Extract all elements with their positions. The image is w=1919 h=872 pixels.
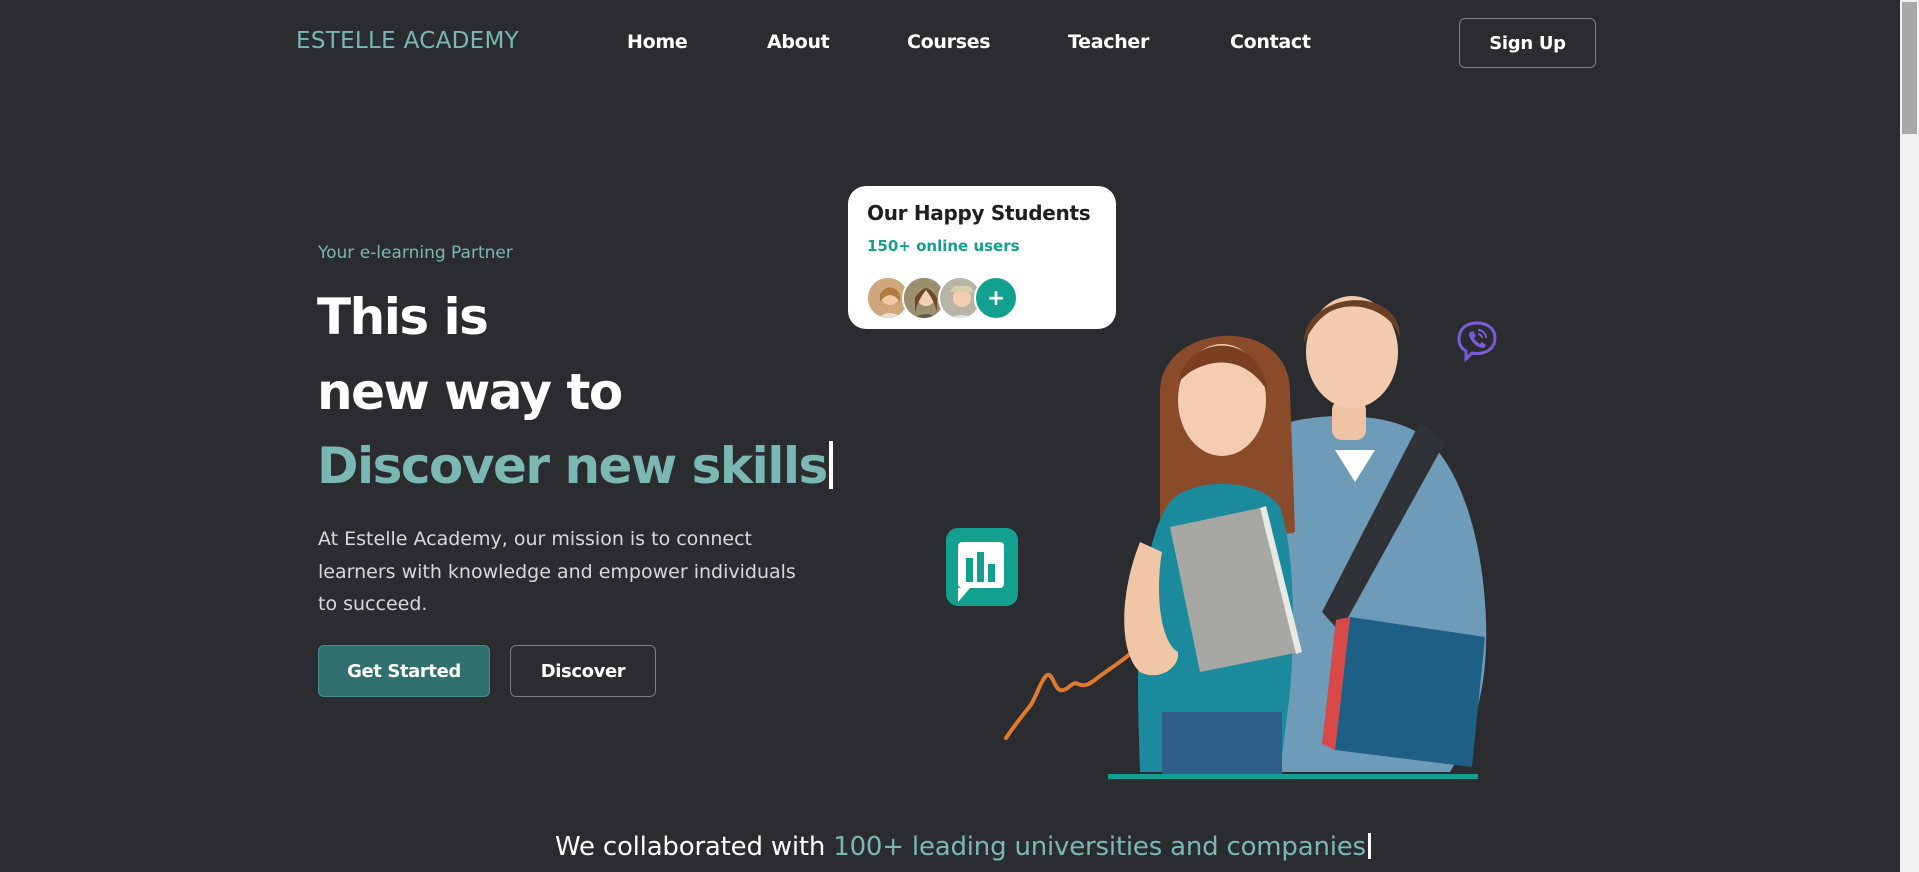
sign-up-button[interactable]: Sign Up (1459, 18, 1596, 68)
nav-teacher[interactable]: Teacher (1068, 31, 1149, 53)
typing-cursor (828, 441, 833, 489)
get-started-button[interactable]: Get Started (318, 645, 490, 697)
logo[interactable]: ESTELLE ACADEMY (296, 28, 519, 54)
collaboration-prefix: We collaborated with (555, 832, 834, 862)
happy-students-card: Our Happy Students 150+ online users + (848, 186, 1116, 329)
nav-home[interactable]: Home (627, 31, 688, 53)
chart-icon (946, 528, 1018, 606)
students-image (1108, 296, 1487, 779)
hero-title-line-1: This is (317, 288, 489, 346)
collaboration-heading: We collaborated with 100+ leading univer… (555, 832, 1371, 862)
nav-about[interactable]: About (767, 31, 830, 53)
scrollbar-thumb[interactable] (1902, 2, 1917, 134)
hero-description: At Estelle Academy, our mission is to co… (318, 528, 796, 615)
hero-title-line-3: Discover new skills (317, 437, 833, 495)
discover-button[interactable]: Discover (510, 645, 656, 697)
card-title: Our Happy Students (867, 201, 1091, 225)
typing-cursor (1367, 833, 1371, 859)
card-subtitle: 150+ online users (867, 237, 1020, 255)
nav-courses[interactable]: Courses (907, 31, 991, 53)
hero-title-line-2: new way to (317, 363, 623, 421)
hero-tagline: Your e-learning Partner (318, 243, 513, 263)
page-scrollbar[interactable] (1900, 0, 1919, 872)
collaboration-highlight: 100+ leading universities and companies (833, 832, 1366, 862)
more-users-button[interactable]: + (974, 276, 1018, 320)
hero-title-highlight: Discover new skills (317, 437, 828, 495)
nav-contact[interactable]: Contact (1230, 31, 1311, 53)
